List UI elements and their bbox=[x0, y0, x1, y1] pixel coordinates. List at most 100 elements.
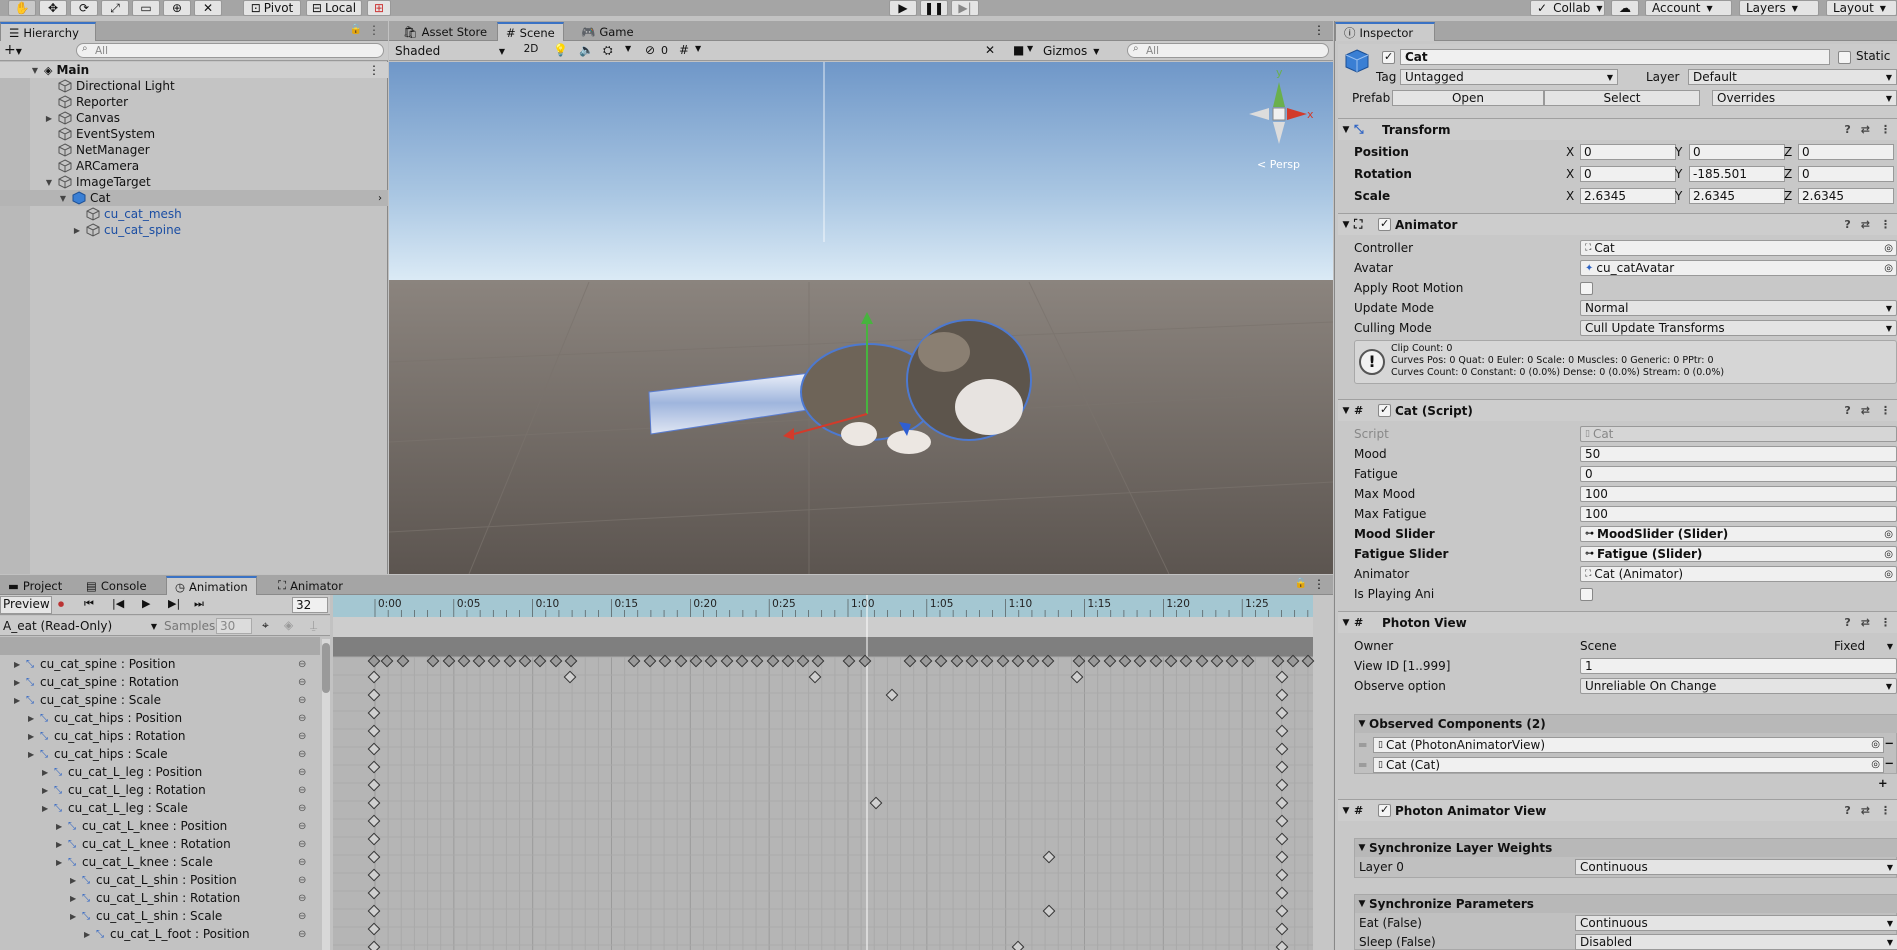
more-options-icon[interactable]: ⋮ bbox=[1880, 804, 1891, 817]
anim-property-row[interactable]: ▶ ⤡ cu_cat_L_shin : Rotation ⊖ bbox=[0, 889, 320, 907]
scene-row[interactable]: ▼ ◈ Main ⋮ bbox=[0, 62, 388, 78]
fold-closed-icon[interactable]: ▶ bbox=[72, 226, 82, 235]
fold-closed-icon[interactable]: ▶ bbox=[14, 660, 26, 669]
hierarchy-item[interactable]: ▼ ImageTarget bbox=[0, 174, 388, 190]
camera-icon[interactable]: ■ bbox=[1013, 43, 1024, 57]
keyframe[interactable] bbox=[367, 868, 381, 882]
chevron-down-icon[interactable]: ▼ bbox=[1027, 44, 1033, 53]
keyframe[interactable] bbox=[1275, 706, 1289, 720]
animator-header[interactable]: ▼ ⛶ Animator ? ⇄ ⋮ bbox=[1338, 213, 1897, 235]
property-options-icon[interactable]: ⊖ bbox=[298, 857, 306, 868]
property-options-icon[interactable]: ⊖ bbox=[298, 821, 306, 832]
view-id-field[interactable]: 1 bbox=[1580, 658, 1897, 674]
next-key-icon[interactable]: ▶| bbox=[168, 597, 180, 610]
snap-button[interactable]: ⊞ bbox=[367, 0, 391, 16]
hierarchy-item[interactable]: Reporter bbox=[0, 94, 388, 110]
fold-closed-icon[interactable]: ▶ bbox=[28, 714, 40, 723]
help-icon[interactable]: ? bbox=[1844, 218, 1850, 231]
hand-tool-button[interactable]: ✋ bbox=[8, 0, 36, 16]
observed-field[interactable]: ▯ Cat (PhotonAnimatorView) ◎ bbox=[1373, 736, 1884, 753]
more-options-icon[interactable]: ⋮ bbox=[1880, 218, 1891, 231]
prefab-open-button[interactable]: Open bbox=[1392, 90, 1544, 106]
hierarchy-item[interactable]: ▶ cu_cat_spine bbox=[0, 222, 388, 238]
property-options-icon[interactable]: ⊖ bbox=[298, 713, 306, 724]
transform-scale-x-field[interactable]: 2.6345 bbox=[1580, 188, 1676, 204]
transform-position-x-field[interactable]: 0 bbox=[1580, 144, 1676, 160]
keyframe[interactable] bbox=[367, 796, 381, 810]
anim-property-row[interactable]: ▶ ⤡ cu_cat_L_leg : Rotation ⊖ bbox=[0, 781, 320, 799]
layer0-dropdown[interactable]: Continuous ▼ bbox=[1575, 859, 1897, 875]
hierarchy-item[interactable]: NetManager bbox=[0, 142, 388, 158]
keyframe[interactable] bbox=[1275, 670, 1289, 684]
layer-weights-header[interactable]: ▼ Synchronize Layer Weights bbox=[1355, 839, 1897, 857]
ownership-dropdown[interactable]: Fixed ▼ bbox=[1830, 638, 1897, 654]
preview-toggle[interactable]: Preview bbox=[0, 596, 52, 614]
keyframe[interactable] bbox=[1011, 940, 1025, 950]
keyframe[interactable] bbox=[1275, 724, 1289, 738]
keyframe[interactable] bbox=[367, 778, 381, 792]
fold-closed-icon[interactable]: ▶ bbox=[70, 912, 82, 921]
anim-property-row[interactable]: ▶ ⤡ cu_cat_hips : Scale ⊖ bbox=[0, 745, 320, 763]
anim-property-row[interactable]: ▶ ⤡ cu_cat_spine : Position ⊖ bbox=[0, 655, 320, 673]
fold-closed-icon[interactable]: ▶ bbox=[56, 822, 68, 831]
chevron-right-icon[interactable]: › bbox=[378, 193, 382, 204]
preset-icon[interactable]: ⇄ bbox=[1861, 804, 1870, 817]
add-icon[interactable]: + bbox=[1878, 776, 1888, 790]
collab-dropdown[interactable]: ✓ Collab ▼ bbox=[1530, 0, 1605, 16]
keyframe[interactable] bbox=[563, 670, 577, 684]
hierarchy-item[interactable]: Directional Light bbox=[0, 78, 388, 94]
keyframe[interactable] bbox=[367, 742, 381, 756]
lighting-icon[interactable]: 💡 bbox=[553, 43, 568, 57]
static-checkbox[interactable] bbox=[1838, 51, 1851, 64]
pause-button[interactable]: ❚❚ bbox=[920, 0, 948, 16]
keyframe[interactable] bbox=[1275, 886, 1289, 900]
property-options-icon[interactable]: ⊖ bbox=[298, 785, 306, 796]
tab-asset-store[interactable]: 🛍 Asset Store bbox=[395, 22, 495, 41]
keyframe[interactable] bbox=[1275, 868, 1289, 882]
keyframe[interactable] bbox=[1275, 814, 1289, 828]
remove-icon[interactable]: − bbox=[1884, 736, 1894, 750]
keyframe[interactable] bbox=[367, 940, 381, 950]
tab-scene[interactable]: # Scene bbox=[497, 22, 564, 41]
mood-field[interactable]: 50 bbox=[1580, 446, 1897, 462]
property-options-icon[interactable]: ⊖ bbox=[298, 875, 306, 886]
move-tool-button[interactable]: ✥ bbox=[39, 0, 67, 16]
fold-closed-icon[interactable]: ▶ bbox=[28, 732, 40, 741]
gizmos-dropdown[interactable]: Gizmos ▼ bbox=[1043, 43, 1099, 59]
sleep-dropdown[interactable]: Disabled ▼ bbox=[1575, 934, 1897, 950]
prefab-select-button[interactable]: Select bbox=[1544, 90, 1700, 106]
record-icon[interactable]: ⏺ bbox=[58, 597, 64, 612]
keyframe[interactable] bbox=[1275, 778, 1289, 792]
hierarchy-item-selected[interactable]: ▼ Cat › bbox=[0, 190, 388, 206]
local-toggle[interactable]: ⊟ Local bbox=[306, 0, 362, 16]
preset-icon[interactable]: ⇄ bbox=[1861, 218, 1870, 231]
is-playing-checkbox[interactable] bbox=[1580, 587, 1593, 601]
cat-script-header[interactable]: ▼ # Cat (Script) ? ⇄ ⋮ bbox=[1338, 399, 1897, 421]
add-keyframe-icon[interactable]: ⌖ bbox=[262, 618, 269, 633]
keyframe[interactable] bbox=[367, 886, 381, 900]
fold-open-icon[interactable]: ▼ bbox=[58, 194, 68, 203]
2d-toggle[interactable]: 2D bbox=[519, 43, 543, 59]
property-options-icon[interactable]: ⊖ bbox=[298, 677, 306, 688]
fold-closed-icon[interactable]: ▶ bbox=[70, 894, 82, 903]
more-options-icon[interactable]: ⋮ bbox=[1313, 23, 1325, 37]
preset-icon[interactable]: ⇄ bbox=[1861, 123, 1870, 136]
shading-dropdown[interactable]: Shaded ▼ bbox=[391, 43, 509, 59]
persp-label[interactable]: < Persp bbox=[1257, 158, 1300, 171]
anim-property-row[interactable]: ▶ ⤡ cu_cat_hips : Rotation ⊖ bbox=[0, 727, 320, 745]
object-picker-icon[interactable]: ◎ bbox=[1884, 529, 1893, 540]
help-icon[interactable]: ? bbox=[1844, 804, 1850, 817]
keyframe[interactable] bbox=[808, 670, 822, 684]
keyframe[interactable] bbox=[367, 706, 381, 720]
hierarchy-item[interactable]: cu_cat_mesh bbox=[0, 206, 388, 222]
animator-ref-field[interactable]: ⛶ Cat (Animator) ◎ bbox=[1580, 566, 1897, 582]
fold-closed-icon[interactable]: ▶ bbox=[56, 858, 68, 867]
keyframe[interactable] bbox=[869, 796, 883, 810]
cloud-button[interactable]: ☁ bbox=[1611, 0, 1639, 16]
layers-dropdown[interactable]: Layers ▼ bbox=[1739, 0, 1819, 16]
lock-icon[interactable]: 🔒 bbox=[1295, 578, 1307, 589]
anim-property-row[interactable]: ▶ ⤡ cu_cat_L_leg : Position ⊖ bbox=[0, 763, 320, 781]
transform-position-z-field[interactable]: 0 bbox=[1798, 144, 1894, 160]
transform-position-y-field[interactable]: 0 bbox=[1689, 144, 1785, 160]
tab-animator[interactable]: ⛶ Animator bbox=[270, 576, 351, 595]
